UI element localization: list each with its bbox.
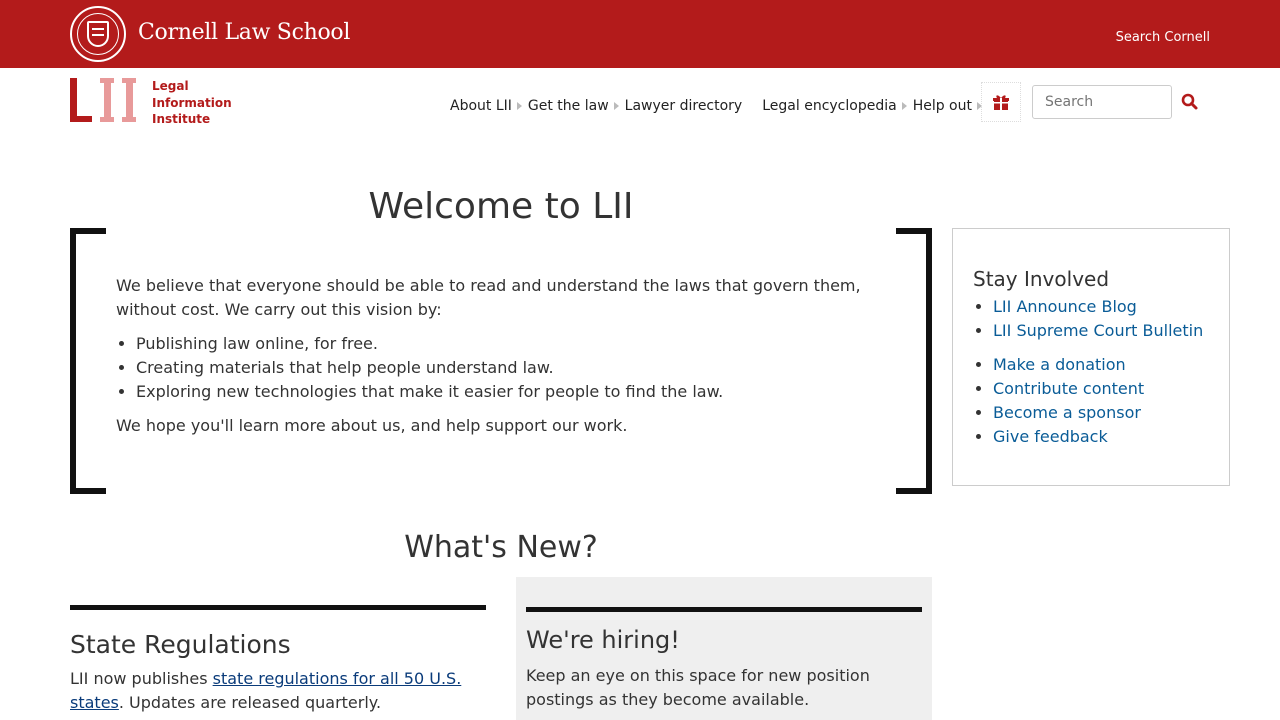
welcome-outro: We hope you'll learn more about us, and … [116,416,628,435]
list-item: LII Announce Blog [993,295,1209,319]
nav-item-about-lii[interactable]: About LII [450,98,522,114]
nav-item-label: About LII [450,98,512,114]
right-bracket-decoration [896,228,932,494]
stay-involved-list-1: LII Announce Blog LII Supreme Court Bull… [993,295,1209,343]
lii-wordmark-line: Information [152,95,232,110]
hiring-card: We're hiring! Keep an eye on this space … [516,577,932,720]
nav-item-lawyer-directory[interactable]: Lawyer directory [625,98,743,114]
card-divider [526,607,922,612]
search-cornell-link[interactable]: Search Cornell [1116,30,1210,45]
link-supreme-court-bulletin[interactable]: LII Supreme Court Bulletin [993,321,1203,340]
search-input[interactable] [1032,85,1172,119]
list-item: Become a sponsor [993,401,1209,425]
link-become-sponsor[interactable]: Become a sponsor [993,403,1141,422]
stay-involved-panel: Stay Involved LII Announce Blog LII Supr… [952,228,1230,486]
list-item: Contribute content [993,377,1209,401]
lii-wordmark-line: Legal [152,79,189,93]
link-make-donation[interactable]: Make a donation [993,355,1126,374]
lii-mark-icon [70,78,142,124]
list-item: Make a donation [993,353,1209,377]
nav-item-label: Get the law [527,98,609,114]
main-nav: About LII Get the law Lawyer directory L… [450,96,988,116]
card-title: State Regulations [70,630,291,659]
cornell-law-school-title[interactable]: Cornell Law School [138,20,350,45]
nav-item-legal-encyclopedia[interactable]: Legal encyclopedia [762,98,907,114]
stay-involved-title: Stay Involved [973,267,1110,291]
stay-involved-list-2: Make a donation Contribute content Becom… [993,353,1209,449]
state-regulations-card: State Regulations LII now publishes stat… [70,605,486,715]
lii-wordmark: Legal Information Institute [152,78,232,128]
cornell-seal-icon[interactable] [70,6,126,62]
nav-item-label: Legal encyclopedia [762,98,897,114]
list-item: Creating materials that help people unde… [136,356,886,380]
vision-list: Publishing law online, for free. Creatin… [136,332,886,404]
nav-item-label: Lawyer directory [624,98,743,114]
card-text-after: . Updates are released quarterly. [118,693,382,712]
list-item: LII Supreme Court Bulletin [993,319,1209,343]
list-item: Exploring new technologies that make it … [136,380,886,404]
nav-item-help-out[interactable]: Help out [913,98,982,114]
card-text-before: LII now publishes [70,669,213,688]
link-contribute-content[interactable]: Contribute content [993,379,1144,398]
welcome-title: Welcome to LII [368,186,634,227]
whats-new-title: What's New? [404,530,598,565]
nav-item-get-the-law[interactable]: Get the law [528,98,619,114]
card-divider [70,605,486,610]
welcome-body: We believe that everyone should be able … [116,274,886,448]
lii-wordmark-line: Institute [152,112,211,126]
nav-item-label: Help out [912,98,972,114]
cornell-header-bar: Cornell Law School Search Cornell [0,0,1280,68]
lii-logo[interactable]: Legal Information Institute [70,78,232,126]
caret-right-icon [516,102,522,110]
card-text: LII now publishes state regulations for … [70,667,486,715]
caret-right-icon [613,102,619,110]
list-item: Give feedback [993,425,1209,449]
card-title: We're hiring! [526,626,680,654]
gift-icon[interactable] [981,82,1021,122]
left-bracket-decoration [70,228,106,494]
caret-right-icon [901,102,907,110]
search-icon[interactable] [1180,92,1200,112]
list-item: Publishing law online, for free. [136,332,886,356]
link-give-feedback[interactable]: Give feedback [993,427,1108,446]
card-text: Keep an eye on this space for new positi… [526,666,870,709]
link-announce-blog[interactable]: LII Announce Blog [993,297,1137,316]
welcome-intro: We believe that everyone should be able … [116,276,861,319]
